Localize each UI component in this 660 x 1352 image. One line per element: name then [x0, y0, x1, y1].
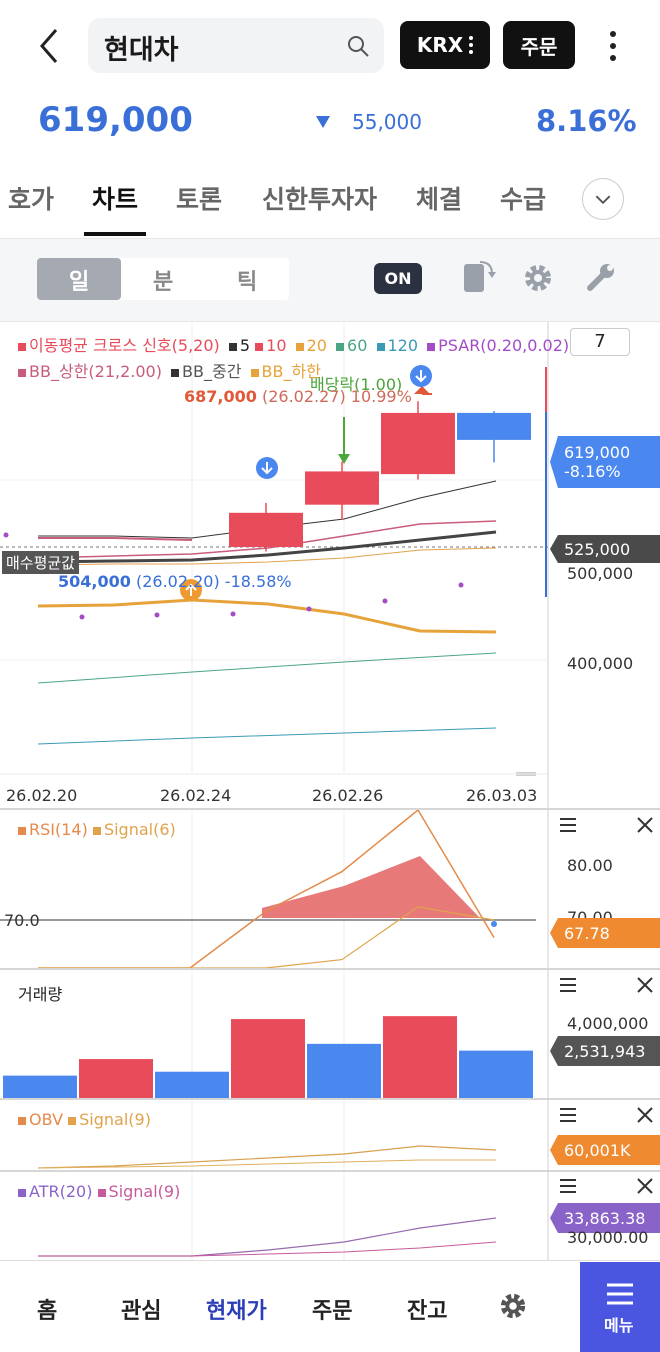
- low-annotation: 504,000 (26.02.20) -18.58%: [58, 572, 292, 591]
- dots-icon: [469, 36, 474, 54]
- tab-supply[interactable]: 수급: [500, 180, 546, 216]
- menu-button[interactable]: 메뉴: [580, 1262, 660, 1352]
- x-tick-4: 26.03.03: [466, 786, 538, 805]
- order-button[interactable]: 주문: [503, 21, 575, 69]
- exchange-label: KRX: [416, 33, 464, 57]
- obv-signal-line: [37, 1159, 496, 1169]
- search-icon[interactable]: [346, 34, 370, 58]
- back-arrow-icon[interactable]: [34, 26, 64, 66]
- tab-chart[interactable]: 차트: [92, 180, 138, 216]
- hamburger-icon[interactable]: [558, 1106, 578, 1124]
- rsi-level-label: 70.0: [4, 911, 40, 930]
- y-tick-500k: 500,000: [567, 564, 634, 583]
- dividend-arrow-icon: [338, 454, 350, 464]
- gear-icon[interactable]: [522, 262, 554, 294]
- rsi-tick: 80.00: [567, 856, 613, 875]
- hamburger-icon[interactable]: [558, 1177, 578, 1195]
- period-count-box[interactable]: 7: [570, 328, 630, 356]
- bottom-nav: 홈 관심 현재가 주문 잔고: [0, 1260, 660, 1352]
- on-toggle[interactable]: ON: [374, 263, 422, 294]
- rsi-legend[interactable]: RSI(14) Signal(6): [18, 820, 176, 839]
- x-tick-3: 26.02.26: [312, 786, 384, 805]
- hamburger-icon[interactable]: [558, 976, 578, 994]
- obv-line: [37, 1145, 497, 1169]
- close-icon[interactable]: [636, 1106, 654, 1124]
- period-selector: 일 분 틱: [37, 258, 289, 300]
- volume-tick: 4,000,000: [567, 1014, 649, 1033]
- tab-orderbook[interactable]: 호가: [8, 180, 54, 216]
- change-percent: 8.16%: [536, 104, 637, 138]
- rsi-overbought-area: [262, 856, 480, 918]
- period-day[interactable]: 일: [69, 264, 89, 296]
- rsi-value-box: 67.78: [550, 918, 660, 948]
- main-legend-line2[interactable]: BB_상한(21,2.00) BB_중간 BB_하한: [18, 358, 321, 382]
- gear-icon[interactable]: [498, 1291, 528, 1321]
- exchange-button[interactable]: KRX: [400, 21, 490, 69]
- active-tab-indicator: [84, 232, 146, 236]
- tab-bar: 호가 차트 토론 신한투자자 체결 수급: [0, 172, 660, 236]
- hamburger-icon: [607, 1283, 633, 1305]
- x-tick-2: 26.02.24: [160, 786, 232, 805]
- candle-body: [381, 412, 455, 475]
- ma20-line: [37, 598, 497, 634]
- rotate-screen-icon[interactable]: [462, 258, 496, 294]
- band-line-red: [38, 537, 193, 541]
- nav-order[interactable]: 주문: [312, 1293, 352, 1325]
- obv-legend[interactable]: OBV Signal(9): [18, 1110, 151, 1129]
- wrench-icon[interactable]: [584, 262, 616, 294]
- volume-bar: [3, 1075, 77, 1100]
- volume-bar: [459, 1050, 533, 1100]
- atr-line: [38, 1217, 497, 1257]
- nav-watchlist[interactable]: 관심: [121, 1293, 161, 1325]
- atr-legend[interactable]: ATR(20) Signal(9): [18, 1182, 180, 1201]
- ma120-line: [37, 727, 497, 745]
- volume-title: 거래량: [18, 985, 63, 1004]
- tab-shinhan-investor[interactable]: 신한투자자: [262, 180, 377, 216]
- volume-value-box: 2,531,943: [550, 1036, 660, 1066]
- nav-home[interactable]: 홈: [37, 1293, 57, 1325]
- hamburger-icon[interactable]: [558, 816, 578, 834]
- avg-price-box: 525,000: [550, 535, 660, 563]
- tab-discussion[interactable]: 토론: [176, 180, 222, 216]
- volume-bar: [79, 1059, 153, 1100]
- candle-body: [229, 512, 303, 547]
- candle-body: [305, 471, 379, 505]
- volume-bars: [3, 1016, 533, 1100]
- period-tick[interactable]: 틱: [237, 264, 257, 296]
- nav-current-price[interactable]: 현재가: [206, 1293, 267, 1325]
- ma60-line: [37, 652, 497, 684]
- rsi-tick-hidden: 70.00: [567, 908, 613, 918]
- tab-trades[interactable]: 체결: [416, 180, 462, 216]
- period-minute[interactable]: 분: [153, 264, 173, 296]
- candle-body: [457, 412, 531, 440]
- volume-bar: [155, 1071, 229, 1100]
- atr-tick: 30,000.00: [567, 1228, 649, 1247]
- obv-value-box: 60,001K: [550, 1135, 660, 1165]
- price-change: 55,000: [352, 110, 422, 134]
- menu-label: 메뉴: [604, 1316, 634, 1335]
- main-legend-line1[interactable]: 이동평균 크로스 신호(5,20) 5 10 20 60 120 PSAR(0.…: [18, 332, 569, 356]
- high-arrow-icon: [414, 386, 430, 394]
- more-vertical-icon[interactable]: [606, 28, 620, 68]
- high-annotation: 687,000 (26.02.27) 10.99%: [184, 387, 412, 406]
- current-price: 619,000: [38, 100, 193, 140]
- avg-price-label: 매수평균값: [2, 551, 80, 574]
- volume-bar: [307, 1043, 381, 1100]
- search-box[interactable]: 현대차: [88, 18, 384, 73]
- close-icon[interactable]: [636, 976, 654, 994]
- nav-balance[interactable]: 잔고: [407, 1293, 447, 1325]
- down-triangle-icon: [316, 116, 330, 128]
- x-tick-1: 26.02.20: [6, 786, 78, 805]
- chevron-down-icon[interactable]: [582, 178, 624, 220]
- volume-bar: [231, 1019, 305, 1100]
- y-tick-400k: 400,000: [567, 654, 634, 673]
- volume-bar: [383, 1016, 457, 1100]
- candles: [229, 401, 531, 552]
- atr-signal-line: [38, 1241, 497, 1257]
- close-icon[interactable]: [636, 816, 654, 834]
- close-icon[interactable]: [636, 1177, 654, 1195]
- current-price-box: 619,000 -8.16%: [550, 436, 660, 488]
- stock-name: 현대차: [104, 35, 179, 66]
